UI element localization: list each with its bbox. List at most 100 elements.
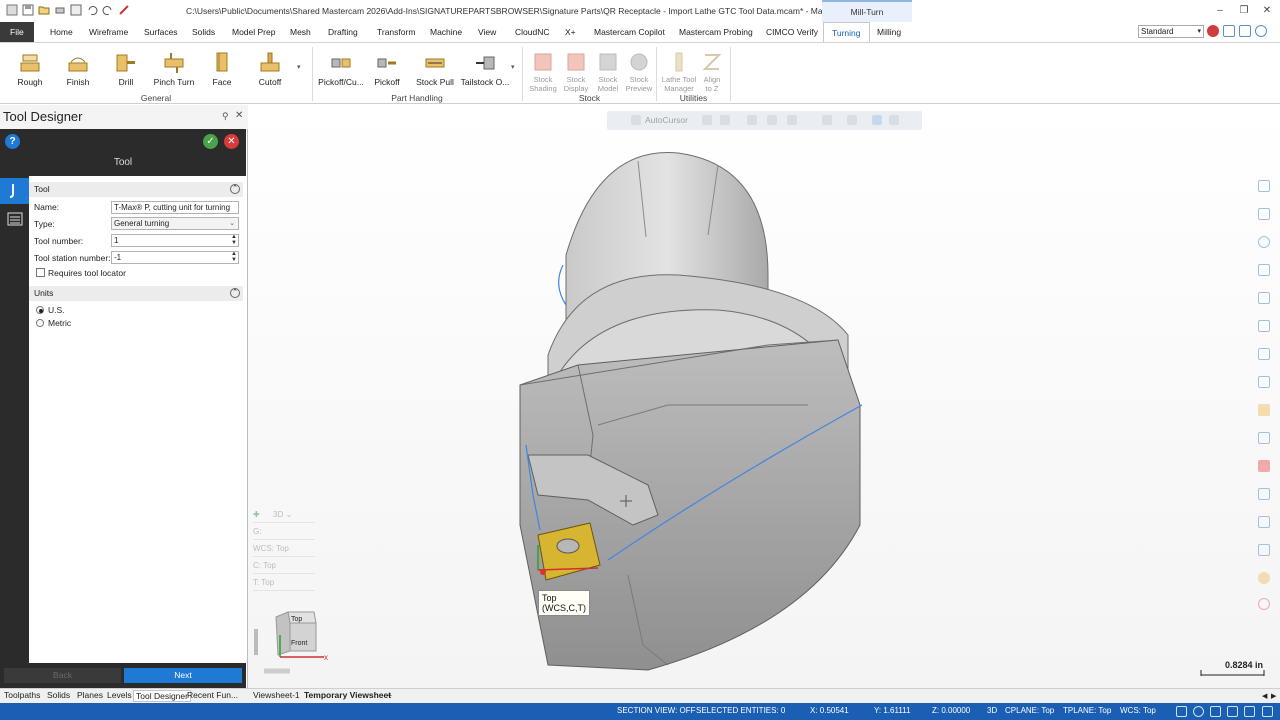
spinner-icon[interactable]: ▲ ▼ <box>231 252 237 263</box>
refresh-icon[interactable] <box>889 115 899 125</box>
tab-mastercam-probing[interactable]: Mastercam Probing <box>679 22 753 42</box>
tab-cloudnc[interactable]: CloudNC <box>515 22 550 42</box>
close-window-icon[interactable]: ✕ <box>1260 4 1274 18</box>
stock-display-button[interactable]: Stock Display <box>558 47 594 93</box>
ok-button[interactable]: ✓ <box>203 134 218 149</box>
tab-viewsheet-1[interactable]: Viewsheet-1 <box>253 690 300 700</box>
hud-row-t[interactable]: T: Top <box>253 578 315 591</box>
back-button[interactable]: Back <box>4 668 121 683</box>
next-button[interactable]: Next <box>124 668 242 683</box>
add-icon[interactable] <box>1258 180 1270 192</box>
tab-turning[interactable]: Turning <box>823 22 870 42</box>
zoom-icon[interactable] <box>1258 208 1270 220</box>
tab-view[interactable]: View <box>478 22 496 42</box>
maximize-icon[interactable]: ❐ <box>1237 4 1251 18</box>
section-view-status[interactable]: SECTION VIEW: OFF <box>617 706 696 715</box>
more-part-handling-icon[interactable]: ▾ <box>511 63 515 71</box>
tab-model-prep[interactable]: Model Prep <box>232 22 275 42</box>
align-to-z-button[interactable]: Align to Z <box>694 47 730 93</box>
help-icon[interactable] <box>1255 25 1267 37</box>
wireframe-icon[interactable] <box>1227 706 1238 717</box>
translucency-icon[interactable] <box>1262 706 1273 717</box>
tab-temporary-viewsheet[interactable]: Temporary Viewsheet <box>304 690 391 700</box>
tailstock-button[interactable]: Tailstock O... <box>460 47 510 89</box>
part-model[interactable] <box>248 105 1280 688</box>
workspace-select[interactable]: Standard ▾ <box>1138 25 1204 38</box>
more-general-icon[interactable]: ▾ <box>297 63 301 71</box>
tab-solids[interactable]: Solids <box>192 22 215 42</box>
layers-icon[interactable] <box>1258 432 1270 444</box>
delete-icon[interactable] <box>1258 348 1270 360</box>
point-mode-icon[interactable] <box>702 115 712 125</box>
tab-surfaces[interactable]: Surfaces <box>144 22 178 42</box>
units-section-header[interactable]: Units ⌃ <box>29 286 243 301</box>
red-color-icon[interactable] <box>1258 460 1270 472</box>
open-icon[interactable] <box>38 4 50 16</box>
tab-cimco-verify[interactable]: CIMCO Verify <box>766 22 818 42</box>
tab-transform[interactable]: Transform <box>377 22 415 42</box>
requires-tool-locator-checkbox[interactable] <box>36 268 45 277</box>
rough-button[interactable]: Rough <box>7 47 53 89</box>
tab-drafting[interactable]: Drafting <box>328 22 358 42</box>
pin-icon[interactable]: ⚲ <box>222 111 229 122</box>
tab-file[interactable]: File <box>0 22 34 42</box>
pickoff-button[interactable]: Pickoff <box>364 47 410 89</box>
globe-icon[interactable] <box>1193 706 1204 717</box>
color-icon[interactable] <box>1258 404 1270 416</box>
stack-icon[interactable] <box>1258 544 1270 556</box>
shading-icon[interactable] <box>1210 706 1221 717</box>
mode-status[interactable]: 3D <box>987 706 997 715</box>
window-select-icon[interactable] <box>787 115 797 125</box>
cutoff-button[interactable]: Cutoff <box>247 47 293 89</box>
stock-pull-button[interactable]: Stock Pull <box>412 47 458 89</box>
tab-tool-designer[interactable]: Tool Designer <box>133 690 191 702</box>
graphics-viewport[interactable] <box>248 105 1280 688</box>
tab-machine[interactable]: Machine <box>430 22 462 42</box>
tool-section-header[interactable]: Tool ⌃ <box>29 182 243 197</box>
scroll-left-icon[interactable]: ◀ <box>1262 692 1267 700</box>
select-icon[interactable] <box>747 115 757 125</box>
comment-icon[interactable] <box>1223 25 1235 37</box>
undo-icon[interactable] <box>86 4 98 16</box>
settings-icon[interactable] <box>1258 572 1270 584</box>
tab-mastercam-copilot[interactable]: Mastercam Copilot <box>594 22 665 42</box>
selected-entities-status[interactable]: SELECTED ENTITIES: 0 <box>696 706 785 715</box>
collapse-icon[interactable]: ⌃ <box>230 184 240 194</box>
tab-wireframe[interactable]: Wireframe <box>89 22 128 42</box>
scroll-right-icon[interactable]: ▶ <box>1271 692 1276 700</box>
rotate-icon[interactable] <box>1258 236 1270 248</box>
name-field[interactable]: T-Max® P, cutting unit for turning <box>111 201 239 214</box>
minimize-icon[interactable]: – <box>1213 4 1227 18</box>
autocursor-icon[interactable] <box>631 115 641 125</box>
view-cube[interactable]: Top Front x <box>250 607 330 677</box>
tab-home[interactable]: Home <box>50 22 73 42</box>
customize-icon[interactable] <box>118 4 130 16</box>
tool-page-button[interactable] <box>0 178 29 204</box>
tab-milling[interactable]: Milling <box>877 22 901 42</box>
tab-xplus[interactable]: X+ <box>565 22 576 42</box>
drill-button[interactable]: Drill <box>103 47 149 89</box>
attribute-icon[interactable] <box>1258 488 1270 500</box>
help-button[interactable]: ? <box>5 134 20 149</box>
stock-preview-button[interactable]: Stock Preview <box>621 47 657 93</box>
save-icon[interactable] <box>22 4 34 16</box>
display-mode-icon[interactable] <box>1176 706 1187 717</box>
close-panel-icon[interactable]: ✕ <box>235 110 243 121</box>
print-icon[interactable] <box>54 4 66 16</box>
autocursor-toolbar[interactable]: AutoCursor <box>607 111 922 130</box>
screen-icon[interactable] <box>1258 376 1270 388</box>
tplane-status[interactable]: TPLANE: Top <box>1063 706 1111 715</box>
chain-icon[interactable] <box>767 115 777 125</box>
tab-solids-manager[interactable]: Solids <box>47 690 70 700</box>
collapse-icon[interactable]: ⌃ <box>230 288 240 298</box>
parameters-page-button[interactable] <box>0 206 29 232</box>
solid-select-icon[interactable] <box>872 115 882 125</box>
no-entry-icon[interactable] <box>1258 598 1270 610</box>
clear-icon[interactable] <box>847 115 857 125</box>
snap-icon[interactable] <box>720 115 730 125</box>
tool-number-field[interactable]: 1 ▲ ▼ <box>111 234 239 247</box>
pinch-turn-button[interactable]: Pinch Turn <box>151 47 197 89</box>
add-viewsheet-button[interactable]: + <box>387 690 392 700</box>
hidden-lines-icon[interactable] <box>1244 706 1255 717</box>
units-metric-radio[interactable] <box>36 319 44 327</box>
